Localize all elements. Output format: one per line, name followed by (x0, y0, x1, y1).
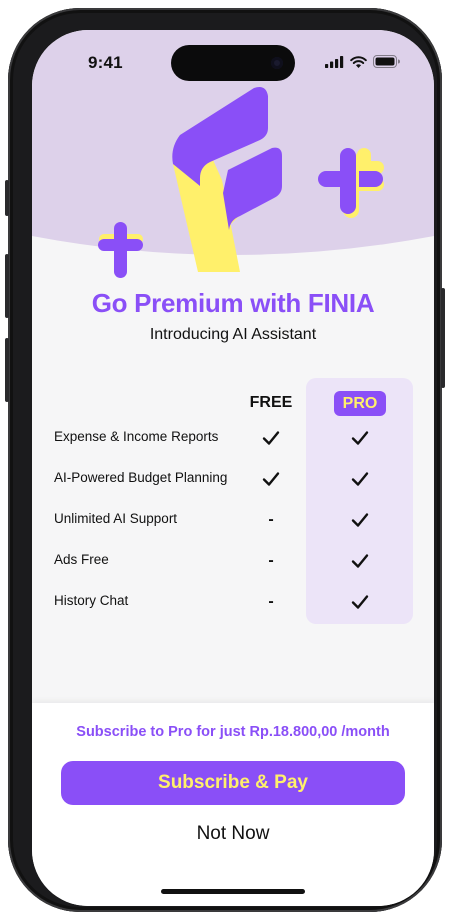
table-row: AI-Powered Budget Planning (32, 464, 434, 494)
not-now-button[interactable]: Not Now (133, 819, 333, 849)
free-column-header: FREE (249, 394, 293, 411)
plus-icon (318, 148, 384, 218)
action-button (5, 180, 9, 216)
power-button (441, 288, 445, 388)
volume-up-button (5, 254, 9, 318)
f-letter-icon (172, 87, 282, 272)
feature-label: History Chat (54, 593, 129, 608)
feature-label: Unlimited AI Support (54, 511, 178, 526)
dash-mark: - (251, 505, 291, 535)
feature-label: Expense & Income Reports (54, 429, 219, 444)
page-subtitle: Introducing AI Assistant (149, 326, 317, 343)
table-row: Ads Free - (32, 546, 434, 576)
dash-mark: - (251, 587, 291, 617)
dash-text: - (268, 552, 274, 569)
table-row: Expense & Income Reports (32, 423, 434, 453)
dash-mark: - (251, 546, 291, 576)
home-indicator[interactable] (161, 889, 305, 894)
volume-down-button (5, 338, 9, 402)
plus-icon (98, 222, 143, 278)
check-icon (340, 464, 380, 494)
check-icon (340, 587, 380, 617)
feature-label: AI-Powered Budget Planning (54, 470, 228, 485)
table-row: History Chat - (32, 587, 434, 617)
check-icon (251, 464, 291, 494)
dash-text: - (268, 511, 274, 528)
pro-column-badge: PRO (334, 391, 386, 416)
price-text: Subscribe to Pro for just Rp.18.800,00 /… (76, 724, 390, 740)
app-screen: 9:41 Go Premium with FINIA Introducing A… (32, 30, 434, 906)
feature-label: Ads Free (54, 552, 109, 567)
check-icon (340, 505, 380, 535)
table-row: Unlimited AI Support - (32, 505, 434, 535)
dash-text: - (268, 593, 274, 610)
check-icon (340, 546, 380, 576)
subscribe-pay-button[interactable]: Subscribe & Pay (61, 761, 405, 805)
finia-logo (98, 87, 384, 278)
check-icon (251, 423, 291, 453)
phone-frame: 9:41 Go Premium with FINIA Introducing A… (5, 8, 445, 912)
check-icon (340, 423, 380, 453)
subscribe-footer: Subscribe to Pro for just Rp.18.800,00 /… (32, 703, 434, 906)
page-title: Go Premium with FINIA (91, 288, 375, 318)
